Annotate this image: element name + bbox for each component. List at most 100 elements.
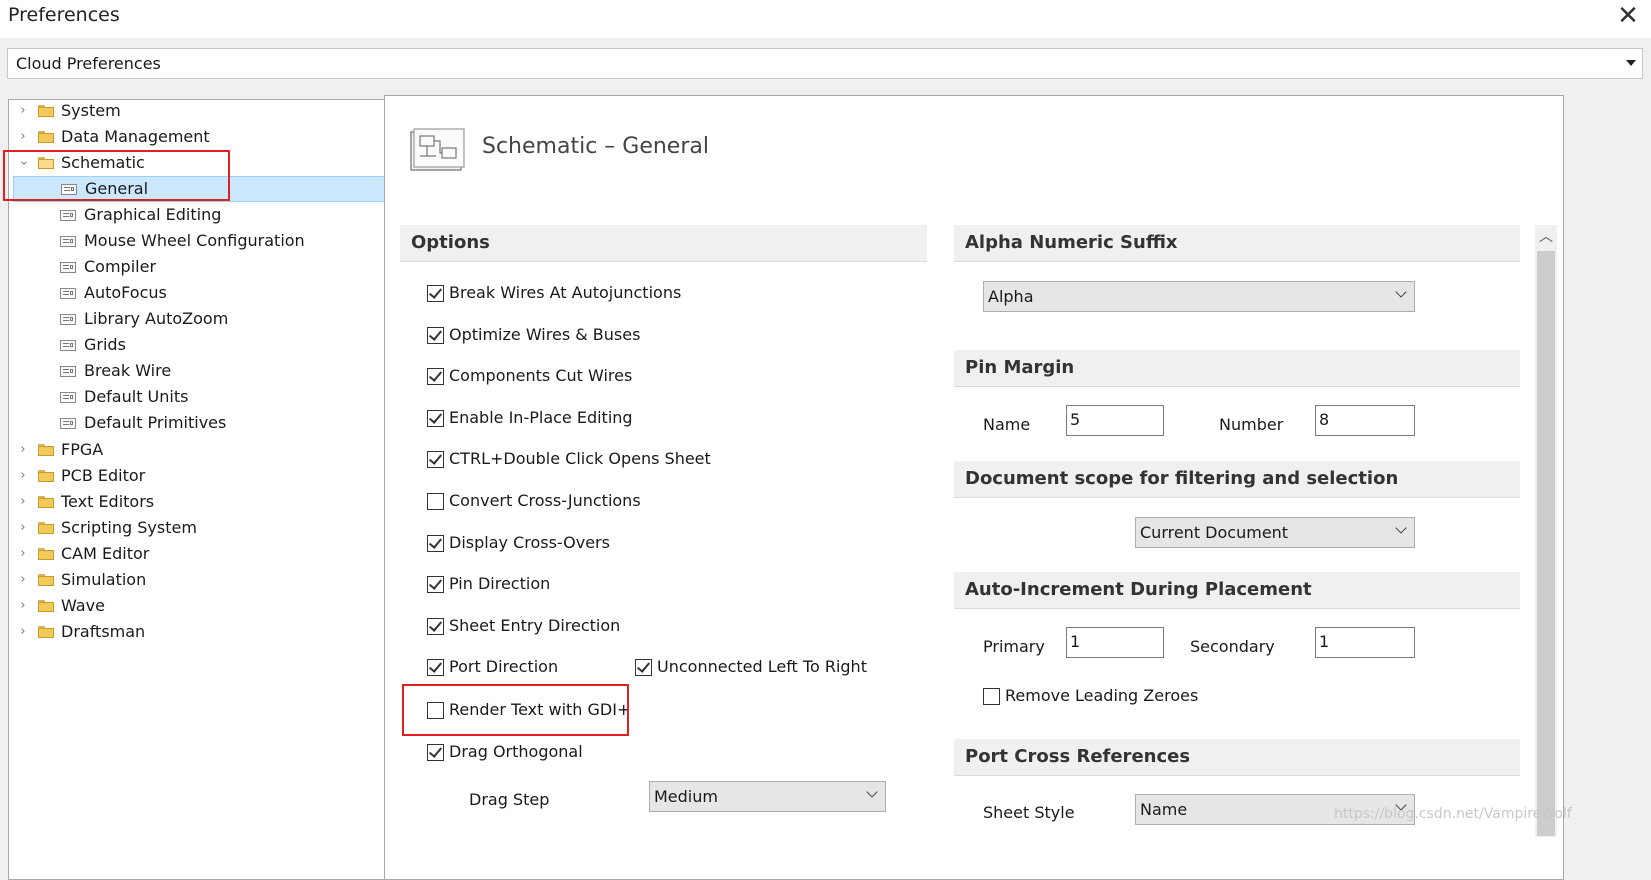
tree-item-label: AutoFocus: [84, 283, 167, 302]
checkbox-icon[interactable]: [427, 451, 444, 468]
checkbox-remove-leading-zeroes[interactable]: Remove Leading Zeroes: [983, 685, 1243, 709]
pin-margin-number-input[interactable]: 8: [1315, 405, 1415, 436]
pin-margin-name-input[interactable]: 5: [1066, 405, 1164, 436]
cloud-preferences-dropdown[interactable]: Cloud Preferences: [7, 48, 1643, 79]
chevron-right-icon[interactable]: ›: [17, 104, 29, 118]
checkbox-enable-in-place-editing[interactable]: Enable In-Place Editing: [427, 407, 827, 431]
port-cross-references-header: Port Cross References: [954, 739, 1520, 776]
checkbox-drag-orthogonal[interactable]: Drag Orthogonal: [427, 741, 827, 765]
tree-item-label: Draftsman: [61, 622, 146, 641]
watermark-text: https://blog.csdn.net/VampireWolf: [1334, 806, 1572, 822]
checkbox-ctrl-double-click[interactable]: CTRL+Double Click Opens Sheet: [427, 448, 827, 472]
checkbox-icon[interactable]: [427, 493, 444, 510]
checkbox-icon[interactable]: [427, 285, 444, 302]
checkbox-icon[interactable]: [427, 618, 444, 635]
checkbox-label: Remove Leading Zeroes: [1005, 686, 1199, 705]
checkbox-icon[interactable]: [427, 368, 444, 385]
chevron-right-icon[interactable]: ›: [17, 573, 29, 587]
page-icon: [60, 340, 76, 351]
close-icon[interactable]: ✕: [1613, 1, 1643, 31]
tree-item-library-autozoom[interactable]: Library AutoZoom: [9, 307, 387, 333]
checkbox-display-cross-overs[interactable]: Display Cross-Overs: [427, 532, 827, 556]
checkbox-icon[interactable]: [427, 535, 444, 552]
checkbox-icon[interactable]: [427, 659, 444, 676]
tree-item-graphical-editing[interactable]: Graphical Editing: [9, 203, 387, 229]
checkbox-optimize-wires[interactable]: Optimize Wires & Buses: [427, 324, 827, 348]
checkbox-convert-cross-junctions[interactable]: Convert Cross-Junctions: [427, 490, 827, 514]
secondary-input[interactable]: 1: [1315, 627, 1415, 658]
tree-item-label: PCB Editor: [61, 466, 146, 485]
preferences-tree[interactable]: › System › Data Management › Schematic G…: [8, 99, 388, 880]
checkbox-break-wires[interactable]: Break Wires At Autojunctions: [427, 282, 827, 306]
tree-item-mouse-wheel[interactable]: Mouse Wheel Configuration: [9, 229, 387, 255]
chevron-right-icon[interactable]: ›: [17, 625, 29, 639]
sheet-style-value: Name: [1140, 800, 1188, 819]
alpha-numeric-dropdown[interactable]: Alpha: [983, 281, 1415, 312]
tree-item-fpga[interactable]: › FPGA: [9, 438, 387, 464]
scroll-up-icon[interactable]: ︿: [1535, 225, 1557, 249]
chevron-right-icon[interactable]: ›: [17, 599, 29, 613]
checkbox-icon[interactable]: [983, 688, 1000, 705]
sheet-style-label: Sheet Style: [983, 803, 1075, 822]
tree-item-simulation[interactable]: › Simulation: [9, 568, 387, 594]
checkbox-port-direction[interactable]: Port Direction: [427, 656, 617, 680]
chevron-right-icon[interactable]: ›: [17, 495, 29, 509]
chevron-down-icon: [1395, 522, 1407, 534]
checkbox-pin-direction[interactable]: Pin Direction: [427, 573, 827, 597]
tree-item-label: Data Management: [61, 127, 210, 146]
tree-item-break-wire[interactable]: Break Wire: [9, 359, 387, 385]
primary-input[interactable]: 1: [1066, 627, 1164, 658]
folder-icon: [38, 131, 54, 143]
tree-item-label: Scripting System: [61, 518, 197, 537]
tree-item-label: Mouse Wheel Configuration: [84, 231, 305, 250]
tree-item-label: Default Primitives: [84, 413, 227, 432]
checkbox-icon[interactable]: [427, 576, 444, 593]
checkbox-icon[interactable]: [635, 659, 652, 676]
pin-margin-name-label: Name: [983, 415, 1031, 434]
scrollbar-thumb[interactable]: [1537, 251, 1555, 836]
chevron-right-icon[interactable]: ›: [17, 130, 29, 144]
checkbox-label: Break Wires At Autojunctions: [449, 283, 682, 302]
drag-step-value: Medium: [654, 787, 718, 806]
drag-step-dropdown[interactable]: Medium: [649, 781, 886, 812]
checkbox-components-cut-wires[interactable]: Components Cut Wires: [427, 365, 827, 389]
checkbox-icon[interactable]: [427, 744, 444, 761]
checkbox-sheet-entry-direction[interactable]: Sheet Entry Direction: [427, 615, 827, 639]
chevron-right-icon[interactable]: ›: [17, 443, 29, 457]
tree-item-scripting-system[interactable]: › Scripting System: [9, 516, 387, 542]
tree-item-data-management[interactable]: › Data Management: [9, 125, 387, 151]
checkbox-label: Sheet Entry Direction: [449, 616, 621, 635]
schematic-page-icon: [410, 128, 465, 171]
window-title: Preferences: [8, 4, 120, 26]
highlight-box-render-text-gdi: [402, 684, 629, 736]
document-scope-dropdown[interactable]: Current Document: [1135, 517, 1415, 548]
tree-item-default-units[interactable]: Default Units: [9, 385, 387, 411]
tree-item-label: Compiler: [84, 257, 157, 276]
dropdown-arrow-icon: [1626, 60, 1636, 66]
checkbox-unconnected-left-to-right[interactable]: Unconnected Left To Right: [635, 656, 895, 680]
chevron-right-icon[interactable]: ›: [17, 469, 29, 483]
folder-icon: [38, 574, 54, 586]
checkbox-icon[interactable]: [427, 410, 444, 427]
chevron-right-icon[interactable]: ›: [17, 547, 29, 561]
tree-item-pcb-editor[interactable]: › PCB Editor: [9, 464, 387, 490]
tree-item-wave[interactable]: › Wave: [9, 594, 387, 620]
tree-item-compiler[interactable]: Compiler: [9, 255, 387, 281]
tree-item-label: System: [61, 101, 121, 120]
folder-icon: [38, 105, 54, 117]
document-scope-value: Current Document: [1140, 523, 1289, 542]
checkbox-label: Port Direction: [449, 657, 559, 676]
chevron-right-icon[interactable]: ›: [17, 521, 29, 535]
tree-item-autofocus[interactable]: AutoFocus: [9, 281, 387, 307]
page-icon: [60, 392, 76, 403]
tree-item-text-editors[interactable]: › Text Editors: [9, 490, 387, 516]
checkbox-icon[interactable]: [427, 327, 444, 344]
tree-item-system[interactable]: › System: [9, 99, 387, 125]
tree-item-grids[interactable]: Grids: [9, 333, 387, 359]
highlight-box-schematic-general: [3, 150, 230, 201]
tree-item-draftsman[interactable]: › Draftsman: [9, 620, 387, 646]
tree-item-default-primitives[interactable]: Default Primitives: [9, 411, 387, 437]
checkbox-label: Convert Cross-Junctions: [449, 491, 641, 510]
tree-item-cam-editor[interactable]: › CAM Editor: [9, 542, 387, 568]
page-icon: [60, 314, 76, 325]
